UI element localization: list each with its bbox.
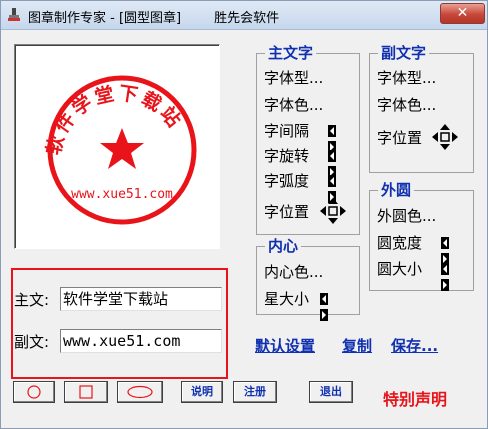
text-entry-highlight xyxy=(11,268,228,379)
ring-width-label: 圆宽度 xyxy=(377,234,423,252)
help-button[interactable]: 说明 xyxy=(181,381,223,403)
sub-font-type-button[interactable]: 字体型... xyxy=(377,68,436,88)
outer-color-button[interactable]: 外圆色... xyxy=(377,206,436,226)
sub-position-label: 字位置 xyxy=(377,129,423,147)
ring-width-stepper[interactable] xyxy=(441,237,459,265)
close-button[interactable]: ✕ xyxy=(440,3,485,24)
sub-text-label: 副文: xyxy=(14,333,50,351)
main-text-input[interactable]: 软件学堂下载站 xyxy=(60,287,222,311)
outer-ring-group-title: 外圆 xyxy=(378,180,415,200)
arrow-right-icon xyxy=(320,309,328,321)
sub-position-move-icon[interactable] xyxy=(432,124,458,150)
star-size-stepper[interactable] xyxy=(320,293,338,321)
copy-link[interactable]: 复制 xyxy=(342,335,372,356)
main-text-group-title: 主文字 xyxy=(265,43,317,63)
close-icon: ✕ xyxy=(456,5,469,21)
sub-font-color-button[interactable]: 字体色... xyxy=(377,95,436,115)
arrow-left-icon xyxy=(320,293,328,305)
ellipse-shape-button[interactable] xyxy=(117,381,163,403)
center-group-title: 内心 xyxy=(265,236,302,256)
ellipse-shape-icon xyxy=(127,385,153,399)
main-rotation-label: 字旋转 xyxy=(264,147,310,165)
sub-text-group-title: 副文字 xyxy=(378,43,430,63)
save-link[interactable]: 保存... xyxy=(391,335,438,356)
main-arc-stepper[interactable] xyxy=(328,175,346,203)
main-position-move-icon[interactable] xyxy=(320,198,346,224)
star-size-label: 星大小 xyxy=(264,290,310,308)
circle-size-label: 圆大小 xyxy=(377,260,423,278)
arrow-left-icon xyxy=(441,237,449,249)
square-shape-icon xyxy=(79,385,93,399)
window-title: 图章制作专家 - [圆型图章] 胜先会软件 xyxy=(28,11,280,26)
seal-graphic: 软件学堂下载站 www.xue51.com xyxy=(42,75,197,225)
circle-shape-button[interactable] xyxy=(13,381,55,403)
circle-size-stepper[interactable] xyxy=(441,263,459,291)
register-button-label: 注册 xyxy=(244,385,266,398)
main-font-color-button[interactable]: 字体色... xyxy=(264,95,323,115)
seal-star-icon xyxy=(100,128,144,169)
main-position-label: 字位置 xyxy=(264,203,310,221)
main-text-label: 主文: xyxy=(14,291,50,309)
main-rotation-stepper[interactable] xyxy=(328,150,346,178)
default-settings-link[interactable]: 默认设置 xyxy=(255,335,315,356)
circle-shape-icon xyxy=(27,385,41,399)
exit-button[interactable]: 退出 xyxy=(309,381,353,403)
title-bar: 图章制作专家 - [圆型图章] 胜先会软件 ✕ xyxy=(1,1,487,30)
stamp-app-icon xyxy=(8,8,20,21)
main-spacing-stepper[interactable] xyxy=(328,125,346,153)
arrow-left-icon xyxy=(441,263,449,275)
sub-text-input[interactable]: www.xue51.com xyxy=(60,329,222,353)
arrow-left-icon xyxy=(328,175,336,187)
arrow-right-icon xyxy=(441,279,449,291)
main-font-type-button[interactable]: 字体型... xyxy=(264,68,323,88)
help-button-label: 说明 xyxy=(191,385,213,398)
arrow-left-icon xyxy=(328,125,336,137)
seal-preview: 软件学堂下载站 www.xue51.com xyxy=(14,44,220,249)
main-spacing-label: 字间隔 xyxy=(264,122,310,140)
square-shape-button[interactable] xyxy=(64,381,108,403)
seal-sub-text: www.xue51.com xyxy=(71,187,173,202)
exit-button-label: 退出 xyxy=(320,385,342,398)
special-notice-link[interactable]: 特别声明 xyxy=(383,386,447,410)
main-arc-label: 字弧度 xyxy=(264,172,310,190)
register-button[interactable]: 注册 xyxy=(233,381,277,403)
app-window: 图章制作专家 - [圆型图章] 胜先会软件 ✕ 软件学堂下载站 www.xue5… xyxy=(0,0,488,429)
arrow-left-icon xyxy=(328,150,336,162)
inner-color-button[interactable]: 内心色... xyxy=(264,262,323,282)
